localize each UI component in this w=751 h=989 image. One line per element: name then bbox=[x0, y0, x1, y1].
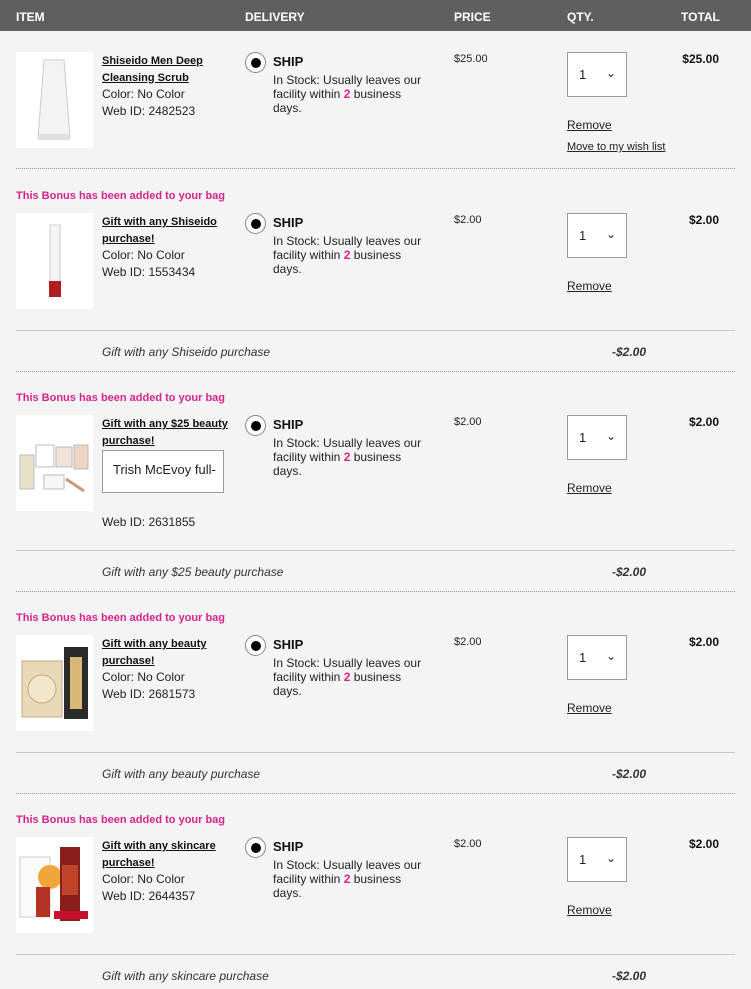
item-color: Color: No Color bbox=[102, 872, 185, 886]
item-divider bbox=[16, 954, 735, 955]
item-total: $25.00 bbox=[682, 52, 719, 66]
stock-text: In Stock: Usually leaves our facility wi… bbox=[273, 436, 422, 478]
bonus-note: This Bonus has been added to your bag bbox=[16, 190, 226, 202]
stock-text: In Stock: Usually leaves our facility wi… bbox=[273, 73, 422, 115]
chevron-down-icon: ⌄ bbox=[606, 649, 617, 663]
item-name-link[interactable]: Gift with any beauty purchase! bbox=[102, 636, 232, 669]
col-price: PRICE bbox=[454, 10, 491, 24]
chevron-down-icon: ⌄ bbox=[606, 227, 617, 241]
item-name-link[interactable]: Gift with any Shiseido purchase! bbox=[102, 214, 232, 247]
col-delivery: DELIVERY bbox=[245, 10, 305, 24]
item-name-link[interactable]: Gift with any $25 beauty purchase! bbox=[102, 416, 232, 449]
item-info: Gift with any $25 beauty purchase! bbox=[102, 416, 232, 449]
chevron-down-icon: ⌄ bbox=[606, 429, 617, 443]
radio-selected-icon[interactable] bbox=[245, 213, 266, 234]
product-image[interactable] bbox=[16, 415, 93, 511]
discount-amount: -$2.00 bbox=[612, 345, 647, 359]
item-total: $2.00 bbox=[688, 213, 719, 227]
discount-label: Gift with any beauty purchase bbox=[102, 767, 261, 781]
item-divider bbox=[16, 330, 735, 331]
stock-text: In Stock: Usually leaves our facility wi… bbox=[273, 858, 422, 900]
ship-label: SHIP bbox=[273, 215, 304, 230]
item-price: $2.00 bbox=[454, 214, 482, 226]
cart-header: ITEM DELIVERY PRICE QTY. TOTAL bbox=[0, 0, 751, 31]
item-name-link[interactable]: Shiseido Men Deep Cleansing Scrub bbox=[102, 53, 232, 86]
remove-link[interactable]: Remove bbox=[567, 903, 612, 917]
col-total: TOTAL bbox=[681, 10, 720, 24]
discount-label: Gift with any Shiseido purchase bbox=[102, 345, 271, 359]
item-divider bbox=[16, 371, 735, 372]
chevron-down-icon: ⌄ bbox=[606, 851, 617, 865]
item-web-id: Web ID: 2482523 bbox=[102, 103, 196, 118]
col-qty: QTY. bbox=[567, 10, 594, 24]
gift-choice-select[interactable]: Trish McEvoy full- bbox=[102, 450, 224, 493]
remove-link[interactable]: Remove bbox=[567, 279, 612, 293]
quantity-value: 1 bbox=[579, 67, 587, 82]
item-divider bbox=[16, 752, 735, 753]
discount-amount: -$2.00 bbox=[612, 767, 647, 781]
quantity-value: 1 bbox=[579, 228, 587, 243]
radio-selected-icon[interactable] bbox=[245, 837, 266, 858]
item-web-id: Web ID: 2681573 bbox=[102, 686, 196, 701]
item-divider bbox=[16, 550, 735, 551]
item-divider bbox=[16, 793, 735, 794]
bonus-note: This Bonus has been added to your bag bbox=[16, 612, 226, 624]
col-item: ITEM bbox=[16, 10, 45, 24]
item-name-link[interactable]: Gift with any skincare purchase! bbox=[102, 838, 232, 871]
remove-link[interactable]: Remove bbox=[567, 701, 612, 715]
item-total: $2.00 bbox=[688, 837, 719, 851]
quantity-select[interactable]: 1 ⌄ bbox=[567, 213, 627, 258]
item-info: Gift with any Shiseido purchase! Color: … bbox=[102, 214, 232, 280]
ship-label: SHIP bbox=[273, 839, 304, 854]
item-divider bbox=[16, 591, 735, 592]
radio-selected-icon[interactable] bbox=[245, 635, 266, 656]
ship-label: SHIP bbox=[273, 637, 304, 652]
item-info: Gift with any skincare purchase! Color: … bbox=[102, 838, 232, 904]
remove-link[interactable]: Remove bbox=[567, 118, 612, 132]
item-color: Color: No Color bbox=[102, 670, 185, 684]
quantity-select[interactable]: 1 ⌄ bbox=[567, 415, 627, 460]
discount-label: Gift with any skincare purchase bbox=[102, 969, 269, 983]
item-color: Color: No Color bbox=[102, 87, 185, 101]
stock-text: In Stock: Usually leaves our facility wi… bbox=[273, 656, 422, 698]
item-web-id: Web ID: 2631855 bbox=[102, 515, 196, 529]
item-price: $2.00 bbox=[454, 838, 482, 850]
bonus-note: This Bonus has been added to your bag bbox=[16, 814, 226, 826]
ship-label: SHIP bbox=[273, 417, 304, 432]
bonus-note: This Bonus has been added to your bag bbox=[16, 392, 226, 404]
remove-link[interactable]: Remove bbox=[567, 481, 612, 495]
item-total: $2.00 bbox=[688, 635, 719, 649]
quantity-value: 1 bbox=[579, 650, 587, 665]
item-web-id: Web ID: 1553434 bbox=[102, 264, 196, 279]
radio-selected-icon[interactable] bbox=[245, 52, 266, 73]
stock-text: In Stock: Usually leaves our facility wi… bbox=[273, 234, 422, 276]
quantity-select[interactable]: 1 ⌄ bbox=[567, 52, 627, 97]
item-total: $2.00 bbox=[688, 415, 719, 429]
product-image[interactable] bbox=[16, 52, 93, 148]
move-to-wish-list-link[interactable]: Move to my wish list bbox=[567, 141, 665, 153]
discount-label: Gift with any $25 beauty purchase bbox=[102, 565, 284, 579]
item-web-id: Web ID: 2644357 bbox=[102, 888, 196, 903]
product-image[interactable] bbox=[16, 213, 93, 309]
discount-amount: -$2.00 bbox=[612, 969, 647, 983]
item-info: Shiseido Men Deep Cleansing Scrub Color:… bbox=[102, 53, 232, 119]
item-divider bbox=[16, 168, 735, 169]
item-price: $25.00 bbox=[454, 53, 488, 65]
quantity-value: 1 bbox=[579, 430, 587, 445]
item-color: Color: No Color bbox=[102, 248, 185, 262]
item-info: Gift with any beauty purchase! Color: No… bbox=[102, 636, 232, 702]
quantity-select[interactable]: 1 ⌄ bbox=[567, 635, 627, 680]
quantity-select[interactable]: 1 ⌄ bbox=[567, 837, 627, 882]
ship-label: SHIP bbox=[273, 54, 304, 69]
chevron-down-icon: ⌄ bbox=[606, 66, 617, 80]
item-price: $2.00 bbox=[454, 416, 482, 428]
radio-selected-icon[interactable] bbox=[245, 415, 266, 436]
item-price: $2.00 bbox=[454, 636, 482, 648]
discount-amount: -$2.00 bbox=[612, 565, 647, 579]
product-image[interactable] bbox=[16, 837, 93, 933]
quantity-value: 1 bbox=[579, 852, 587, 867]
product-image[interactable] bbox=[16, 635, 93, 731]
